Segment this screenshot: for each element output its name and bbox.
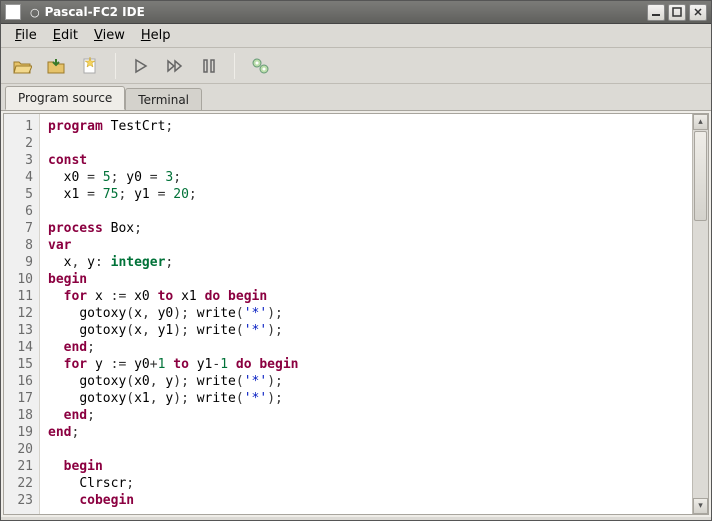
code-line[interactable]: gotoxy(x1, y); write('*');: [48, 390, 692, 407]
code-line[interactable]: x, y: integer;: [48, 254, 692, 271]
scroll-up-button[interactable]: ▴: [693, 114, 708, 130]
fastforward-icon: [166, 58, 184, 74]
line-number: 1: [4, 118, 33, 135]
line-number: 6: [4, 203, 33, 220]
run-button[interactable]: [126, 52, 156, 80]
code-editor[interactable]: 1234567891011121314151617181920212223 pr…: [3, 113, 709, 515]
line-number: 7: [4, 220, 33, 237]
code-line[interactable]: begin: [48, 271, 692, 288]
save-icon: [46, 57, 66, 75]
open-button[interactable]: [7, 52, 37, 80]
gears-icon: [250, 56, 270, 76]
code-line[interactable]: for y := y0+1 to y1-1 do begin: [48, 356, 692, 373]
line-number: 21: [4, 458, 33, 475]
window-title: Pascal-FC2 IDE: [45, 5, 145, 19]
code-line[interactable]: [48, 135, 692, 152]
line-number: 4: [4, 169, 33, 186]
code-line[interactable]: begin: [48, 458, 692, 475]
new-button[interactable]: [75, 52, 105, 80]
toolbar-separator: [115, 53, 116, 79]
editor-pane: 1234567891011121314151617181920212223 pr…: [1, 110, 711, 517]
line-number: 23: [4, 492, 33, 509]
vertical-scrollbar[interactable]: ▴ ▾: [692, 114, 708, 514]
code-line[interactable]: const: [48, 152, 692, 169]
line-number: 17: [4, 390, 33, 407]
new-icon: [80, 56, 100, 76]
tab-terminal[interactable]: Terminal: [125, 88, 202, 111]
titlebar-bullet-icon: ○: [30, 6, 40, 19]
line-number: 22: [4, 475, 33, 492]
pause-icon: [202, 58, 216, 74]
line-number: 15: [4, 356, 33, 373]
menu-file[interactable]: File: [7, 26, 45, 45]
code-line[interactable]: process Box;: [48, 220, 692, 237]
maximize-button[interactable]: [668, 4, 686, 21]
minimize-button[interactable]: [647, 4, 665, 21]
code-area[interactable]: program TestCrt; const x0 = 5; y0 = 3; x…: [40, 114, 692, 514]
code-line[interactable]: end;: [48, 424, 692, 441]
close-button[interactable]: [689, 4, 707, 21]
menu-help[interactable]: Help: [133, 26, 179, 45]
toolbar: [1, 48, 711, 84]
line-number: 19: [4, 424, 33, 441]
line-number: 13: [4, 322, 33, 339]
code-line[interactable]: [48, 203, 692, 220]
code-line[interactable]: var: [48, 237, 692, 254]
app-icon: [5, 4, 21, 20]
code-line[interactable]: cobegin: [48, 492, 692, 509]
code-line[interactable]: x0 = 5; y0 = 3;: [48, 169, 692, 186]
code-line[interactable]: end;: [48, 407, 692, 424]
menu-edit[interactable]: Edit: [45, 26, 86, 45]
tabbar: Program source Terminal: [1, 84, 711, 110]
code-line[interactable]: end;: [48, 339, 692, 356]
fastforward-button[interactable]: [160, 52, 190, 80]
play-icon: [133, 58, 149, 74]
pause-button[interactable]: [194, 52, 224, 80]
line-number: 5: [4, 186, 33, 203]
line-number: 11: [4, 288, 33, 305]
line-number: 3: [4, 152, 33, 169]
code-line[interactable]: for x := x0 to x1 do begin: [48, 288, 692, 305]
folder-icon: [12, 57, 32, 75]
scroll-down-button[interactable]: ▾: [693, 498, 708, 514]
code-line[interactable]: gotoxy(x0, y); write('*');: [48, 373, 692, 390]
line-number: 18: [4, 407, 33, 424]
line-number: 10: [4, 271, 33, 288]
line-number: 16: [4, 373, 33, 390]
code-line[interactable]: program TestCrt;: [48, 118, 692, 135]
line-number: 20: [4, 441, 33, 458]
line-number: 2: [4, 135, 33, 152]
code-line[interactable]: [48, 441, 692, 458]
line-gutter: 1234567891011121314151617181920212223: [4, 114, 40, 514]
code-line[interactable]: Clrscr;: [48, 475, 692, 492]
titlebar[interactable]: ○ Pascal-FC2 IDE: [1, 1, 711, 24]
code-line[interactable]: gotoxy(x, y1); write('*');: [48, 322, 692, 339]
code-line[interactable]: gotoxy(x, y0); write('*');: [48, 305, 692, 322]
line-number: 12: [4, 305, 33, 322]
scroll-thumb[interactable]: [694, 131, 707, 221]
menubar: File Edit View Help: [1, 24, 711, 48]
menu-view[interactable]: View: [86, 26, 133, 45]
line-number: 14: [4, 339, 33, 356]
line-number: 8: [4, 237, 33, 254]
tab-program-source[interactable]: Program source: [5, 86, 125, 110]
save-button[interactable]: [41, 52, 71, 80]
toolbar-separator: [234, 53, 235, 79]
settings-button[interactable]: [245, 52, 275, 80]
line-number: 9: [4, 254, 33, 271]
code-line[interactable]: x1 = 75; y1 = 20;: [48, 186, 692, 203]
